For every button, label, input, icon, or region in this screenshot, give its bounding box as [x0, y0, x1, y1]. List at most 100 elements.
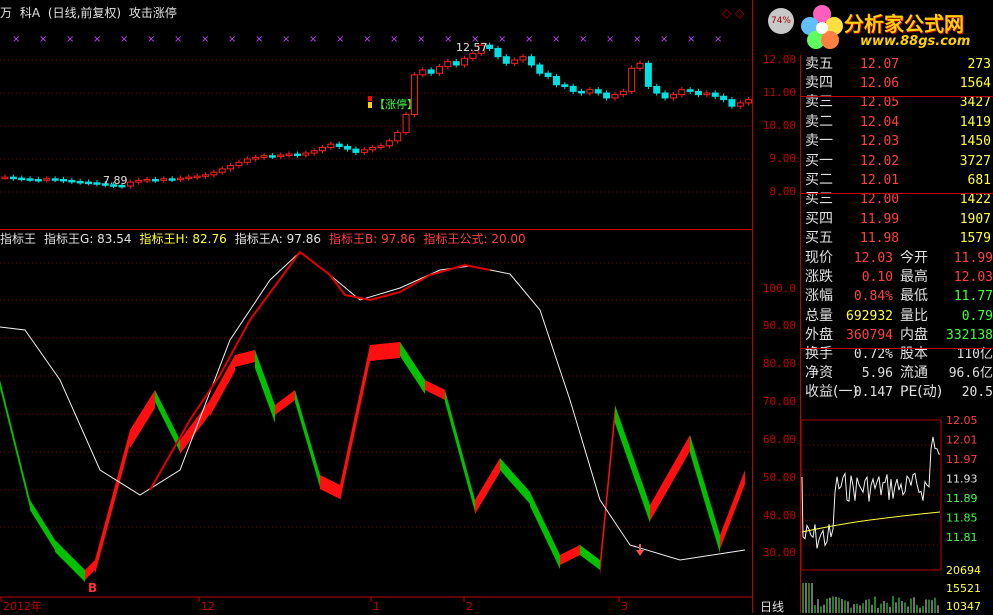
formula-name[interactable]: 攻击涨停 — [129, 6, 177, 20]
indicator-band — [615, 405, 650, 523]
stat-value: 11.99 — [953, 251, 993, 266]
price-tick: 8.00 — [769, 185, 797, 198]
candle — [59, 178, 67, 182]
stat-label: 外盘 — [805, 326, 833, 343]
stat-label: 总量 — [805, 307, 833, 324]
indicator-chart[interactable]: B — [0, 230, 752, 600]
candle — [628, 67, 636, 92]
candle — [285, 153, 293, 157]
candle — [377, 145, 385, 148]
candle — [218, 168, 226, 173]
intraday-tick: 11.85 — [946, 512, 978, 525]
candle — [26, 178, 34, 181]
period-label[interactable]: 日线 — [760, 598, 784, 615]
quote-volume: 1579 — [959, 230, 991, 246]
svg-text:×: × — [363, 34, 371, 45]
indicator-band — [255, 350, 275, 423]
stat-label: 量比 — [900, 307, 928, 324]
candle — [126, 181, 134, 187]
stat-label: 最高 — [900, 269, 928, 286]
quote-price: 12.03 — [860, 133, 900, 149]
intraday-tick: 11.97 — [946, 453, 978, 466]
candle — [745, 99, 752, 104]
candle — [302, 152, 310, 156]
stock-name[interactable]: 科A — [20, 6, 40, 20]
svg-text:×: × — [309, 34, 317, 45]
candle — [703, 92, 711, 96]
svg-text:×: × — [498, 34, 506, 45]
svg-text:×: × — [660, 34, 668, 45]
svg-text:×: × — [687, 34, 695, 45]
candle — [243, 158, 251, 163]
stat-value: 692932 — [846, 308, 893, 324]
quote-row[interactable]: 买四 11.99 1907 — [800, 210, 993, 229]
indicator-band — [720, 470, 745, 549]
quote-row[interactable]: 买二 12.01 681 — [800, 171, 993, 190]
brand-url[interactable]: www.88gs.com — [860, 34, 970, 49]
candlestick-chart[interactable]: × × × × × × × × × × × × × × × × × × × × × × × × × × × 12.57 7.89 【… — [0, 26, 752, 230]
candle — [252, 156, 260, 160]
stat-label: 内盘 — [900, 326, 928, 343]
quote-row[interactable]: 卖二 12.04 1419 — [800, 113, 993, 132]
indicator-tick: 70.00 — [762, 395, 796, 408]
divider — [0, 229, 752, 230]
stat-label: 现价 — [805, 250, 833, 266]
quote-row[interactable]: 卖一 12.03 1450 — [800, 132, 993, 151]
indicator-band — [320, 475, 340, 499]
candle — [603, 92, 611, 99]
divider — [752, 0, 753, 613]
intraday-chart[interactable]: 12.05 12.01 11.97 11.93 11.89 11.85 11.81 20694… — [800, 402, 993, 613]
candle — [444, 61, 452, 68]
quote-row[interactable]: 卖四 12.06 1564 — [800, 74, 993, 93]
quote-volume: 1907 — [959, 211, 991, 227]
intraday-tick: 12.05 — [946, 414, 978, 427]
indicator-band — [0, 380, 30, 508]
quote-row[interactable]: 卖五 12.07 273 — [800, 55, 993, 74]
indicator-tick: 50.00 — [762, 471, 796, 484]
period-info[interactable]: (日线,前复权) — [48, 6, 121, 20]
volume-tick: 20694 — [946, 564, 981, 577]
indicator-band — [425, 380, 445, 400]
zt-marker-yellow — [368, 102, 372, 108]
chart-title-bar: 万 科A (日线,前复权) 攻击涨停 ◇ ◇ — [0, 0, 760, 26]
candle — [227, 165, 235, 170]
indicator-tick: 30.00 — [762, 546, 796, 559]
indicator-band — [370, 342, 400, 361]
candle — [720, 95, 728, 101]
candle — [419, 69, 427, 76]
candle — [34, 178, 42, 182]
candle — [185, 176, 193, 180]
candle — [402, 113, 410, 134]
candle — [661, 92, 669, 99]
quote-row[interactable]: 买一 12.02 3727 — [800, 152, 993, 171]
candle — [711, 92, 719, 97]
quote-row[interactable]: 买五 11.98 1579 — [800, 229, 993, 248]
stat-value: 360794 — [846, 327, 893, 343]
quote-label: 卖二 — [805, 113, 833, 130]
candle — [327, 143, 335, 148]
indicator-band — [580, 545, 600, 570]
candle — [268, 155, 276, 158]
indicator-band — [445, 390, 475, 512]
candle — [394, 132, 402, 142]
time-tick: 2 — [466, 600, 473, 613]
candle — [160, 178, 168, 181]
indicator-band — [400, 342, 425, 394]
candle — [310, 150, 318, 154]
candle — [686, 89, 694, 92]
candle — [43, 178, 51, 181]
indicator-band — [275, 390, 295, 415]
quote-price: 12.01 — [860, 173, 900, 189]
intraday-tick: 11.89 — [946, 492, 978, 505]
indicator-tick: 60.00 — [762, 433, 796, 446]
svg-text:×: × — [39, 34, 47, 45]
diamond-icon[interactable]: ◇ ◇ — [722, 0, 744, 26]
svg-text:×: × — [282, 34, 290, 45]
quote-volume: 1419 — [959, 114, 991, 130]
candle — [335, 143, 343, 147]
candle — [519, 56, 527, 61]
candle — [85, 181, 93, 185]
candle — [552, 76, 560, 86]
indicator-tick: 90.00 — [762, 319, 796, 332]
candle — [502, 56, 510, 64]
